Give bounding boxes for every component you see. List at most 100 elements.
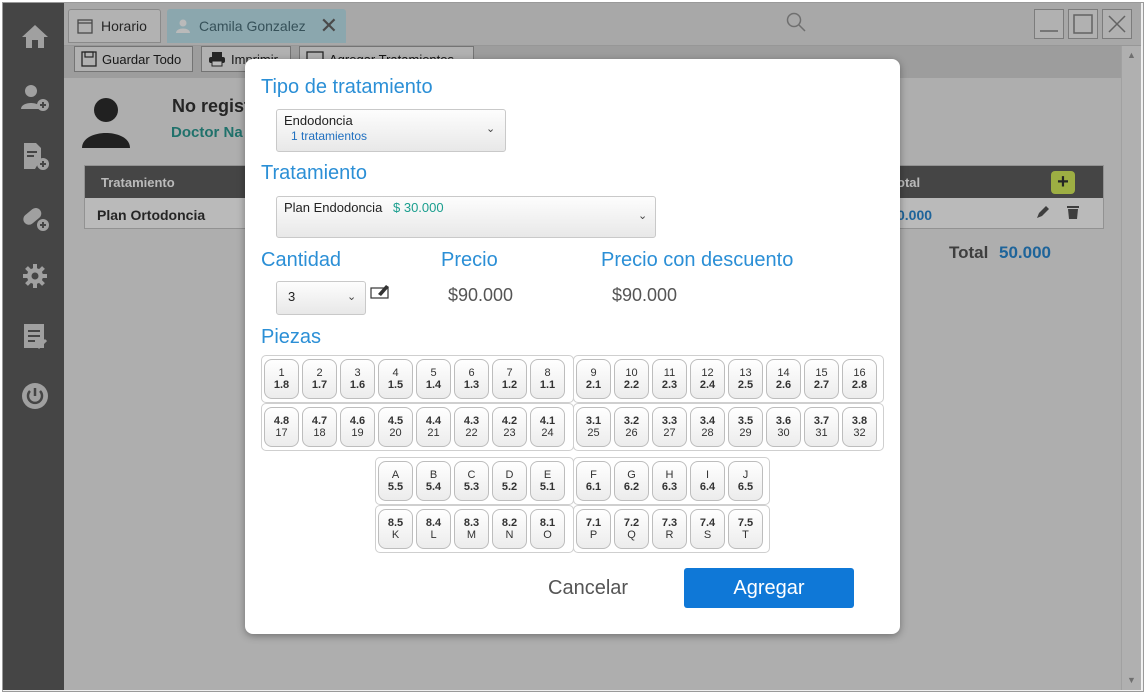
tooth-label-top: 7.4: [699, 517, 716, 529]
tooth-button[interactable]: 7.1 P: [576, 509, 611, 549]
tooth-button[interactable]: 14 2.6: [766, 359, 801, 399]
type-label: Tipo de tratamiento: [261, 76, 433, 98]
tooth-button[interactable]: 4.1 24: [530, 407, 565, 447]
tooth-button[interactable]: 4.8 17: [264, 407, 299, 447]
chevron-down-icon: ⌄: [347, 291, 357, 303]
tooth-button[interactable]: G 6.2: [614, 461, 649, 501]
tooth-label-bottom: 18: [313, 427, 326, 439]
treatment-value: Plan Endodoncia: [284, 200, 383, 215]
tooth-label-top: 8.1: [539, 517, 556, 529]
tooth-label-top: G: [627, 469, 636, 481]
tooth-button[interactable]: 3.3 27: [652, 407, 687, 447]
tooth-button[interactable]: 4.4 21: [416, 407, 451, 447]
tooth-button[interactable]: 8.3 M: [454, 509, 489, 549]
tooth-button[interactable]: E 5.1: [530, 461, 565, 501]
tooth-label-top: A: [391, 469, 400, 481]
tooth-button[interactable]: H 6.3: [652, 461, 687, 501]
tooth-button[interactable]: 13 2.5: [728, 359, 763, 399]
tooth-label-bottom: 1.8: [273, 379, 290, 391]
tooth-button[interactable]: 8.2 N: [492, 509, 527, 549]
tooth-button[interactable]: D 5.2: [492, 461, 527, 501]
tooth-label-bottom: 1.5: [387, 379, 404, 391]
tooth-button[interactable]: 7.3 R: [652, 509, 687, 549]
tooth-label-bottom: K: [391, 529, 400, 541]
tooth-button[interactable]: 15 2.7: [804, 359, 839, 399]
tooth-button[interactable]: 16 2.8: [842, 359, 877, 399]
tooth-label-bottom: 22: [465, 427, 478, 439]
tooth-button[interactable]: B 5.4: [416, 461, 451, 501]
tooth-button[interactable]: 8.5 K: [378, 509, 413, 549]
tooth-button[interactable]: 3.7 31: [804, 407, 839, 447]
treatment-price: $ 30.000: [393, 200, 444, 215]
tooth-button[interactable]: I 6.4: [690, 461, 725, 501]
tooth-label-top: 6: [468, 367, 475, 379]
tooth-button[interactable]: 3.6 30: [766, 407, 801, 447]
tooth-button[interactable]: 8.4 L: [416, 509, 451, 549]
tooth-button[interactable]: 3.2 26: [614, 407, 649, 447]
tooth-label-top: 3.6: [775, 415, 792, 427]
tooth-label-top: 7: [506, 367, 513, 379]
tooth-button[interactable]: J 6.5: [728, 461, 763, 501]
tooth-button[interactable]: 11 2.3: [652, 359, 687, 399]
tooth-label-bottom: O: [543, 529, 552, 541]
cancel-button[interactable]: Cancelar: [548, 577, 628, 600]
tooth-button[interactable]: 4.7 18: [302, 407, 337, 447]
edit-quantity-icon[interactable]: [370, 283, 392, 304]
tooth-label-top: 12: [701, 367, 714, 379]
tooth-label-bottom: T: [742, 529, 749, 541]
tooth-button[interactable]: 6 1.3: [454, 359, 489, 399]
discount-price-value: $90.000: [612, 285, 678, 305]
tooth-button[interactable]: 3.4 28: [690, 407, 725, 447]
tooth-label-top: 4.7: [311, 415, 328, 427]
tooth-label-top: C: [467, 469, 476, 481]
tooth-label-bottom: 1.3: [463, 379, 480, 391]
treatment-dropdown[interactable]: Plan Endodoncia $ 30.000 ⌄: [276, 196, 656, 238]
tooth-button[interactable]: C 5.3: [454, 461, 489, 501]
tooth-label-bottom: 29: [739, 427, 752, 439]
tooth-button[interactable]: 4.3 22: [454, 407, 489, 447]
tooth-button[interactable]: 5 1.4: [416, 359, 451, 399]
tooth-button[interactable]: 3.1 25: [576, 407, 611, 447]
tooth-button[interactable]: 4.6 19: [340, 407, 375, 447]
tooth-label-bottom: 17: [275, 427, 288, 439]
add-button[interactable]: Agregar: [684, 568, 854, 608]
tooth-button[interactable]: 7.2 Q: [614, 509, 649, 549]
tooth-button[interactable]: 12 2.4: [690, 359, 725, 399]
tooth-label-top: 8: [544, 367, 551, 379]
tooth-button[interactable]: 3.8 32: [842, 407, 877, 447]
tooth-button[interactable]: 8 1.1: [530, 359, 565, 399]
tooth-button[interactable]: 7.4 S: [690, 509, 725, 549]
tooth-label-bottom: 6.2: [623, 481, 640, 493]
tooth-button[interactable]: 7 1.2: [492, 359, 527, 399]
tooth-button[interactable]: 1 1.8: [264, 359, 299, 399]
tooth-button[interactable]: A 5.5: [378, 461, 413, 501]
type-dropdown[interactable]: Endodoncia 1 tratamientos ⌄: [276, 109, 506, 152]
tooth-label-bottom: P: [589, 529, 598, 541]
tooth-button[interactable]: 9 2.1: [576, 359, 611, 399]
tooth-button[interactable]: 7.5 T: [728, 509, 763, 549]
tooth-label-bottom: 5.2: [501, 481, 518, 493]
tooth-label-bottom: 23: [503, 427, 516, 439]
tooth-label-bottom: 21: [427, 427, 440, 439]
tooth-button[interactable]: 10 2.2: [614, 359, 649, 399]
tooth-button[interactable]: 3 1.6: [340, 359, 375, 399]
tooth-label-top: 3.2: [623, 415, 640, 427]
tooth-button[interactable]: 3.5 29: [728, 407, 763, 447]
tooth-button[interactable]: 8.1 O: [530, 509, 565, 549]
tooth-label-top: 4.2: [501, 415, 518, 427]
tooth-button[interactable]: 4 1.5: [378, 359, 413, 399]
tooth-button[interactable]: 4.5 20: [378, 407, 413, 447]
tooth-label-bottom: 2.2: [623, 379, 640, 391]
tooth-label-top: 5: [430, 367, 437, 379]
tooth-label-bottom: 1.2: [501, 379, 518, 391]
tooth-label-top: 4.3: [463, 415, 480, 427]
tooth-label-bottom: 1.6: [349, 379, 366, 391]
quantity-select[interactable]: 3 ⌄: [276, 281, 366, 315]
tooth-button[interactable]: 2 1.7: [302, 359, 337, 399]
tooth-label-bottom: 25: [587, 427, 600, 439]
tooth-button[interactable]: 4.2 23: [492, 407, 527, 447]
tooth-button[interactable]: F 6.1: [576, 461, 611, 501]
quantity-value: 3: [288, 289, 296, 304]
tooth-label-bottom: 6.3: [661, 481, 678, 493]
tooth-label-top: 1: [278, 367, 285, 379]
